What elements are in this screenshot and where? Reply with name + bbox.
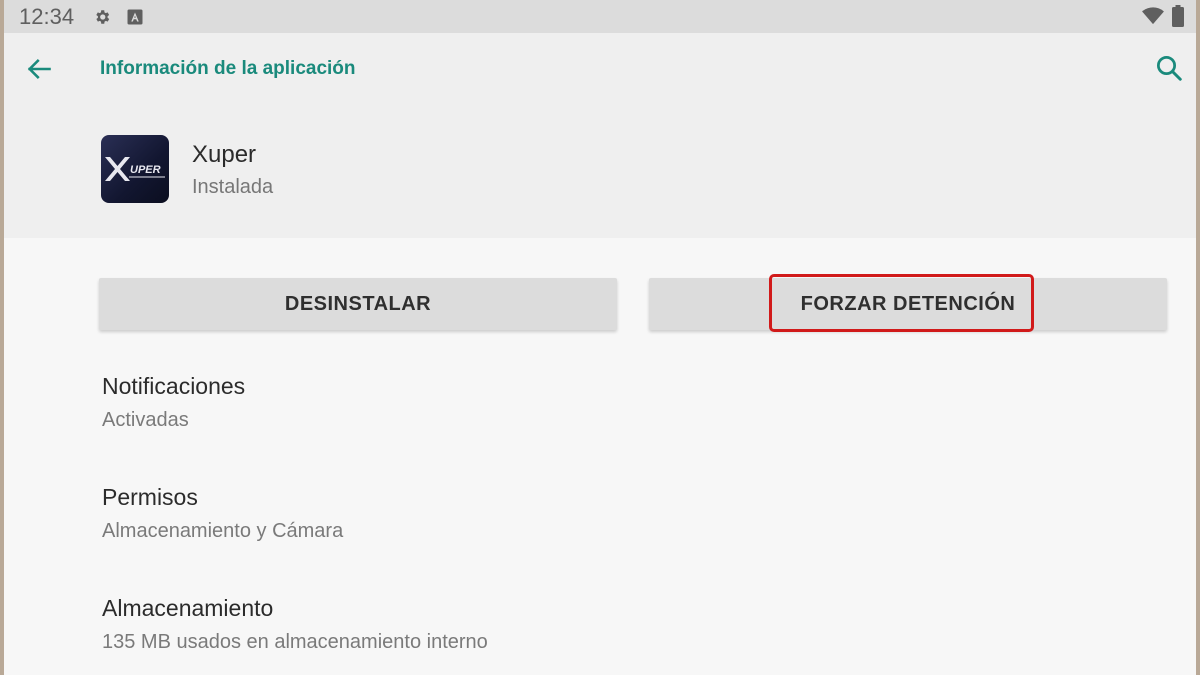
app-logo-text: UPER: [130, 164, 161, 176]
settings-item-subtitle: 135 MB usados en almacenamiento interno: [102, 631, 488, 653]
settings-item-title: Notificaciones: [102, 373, 246, 399]
settings-item-subtitle: Almacenamiento y Cámara: [102, 520, 344, 542]
search-icon[interactable]: [1154, 53, 1184, 83]
page-title: Información de la aplicación: [100, 58, 356, 79]
uninstall-button[interactable]: DESINSTALAR: [99, 278, 617, 330]
app-install-status: Instalada: [192, 176, 274, 198]
settings-item-notifications[interactable]: Notificaciones Activadas: [102, 373, 245, 432]
arrow-left-icon[interactable]: [24, 55, 54, 83]
app-info-screen: 12:34 Información de la aplicación UPER: [4, 0, 1196, 675]
battery-icon: [1172, 5, 1184, 32]
status-time: 12:34: [19, 4, 75, 29]
app-name: Xuper: [192, 141, 257, 168]
gear-icon: [93, 8, 111, 31]
app-header: Información de la aplicación UPER Xuper …: [4, 33, 1196, 238]
settings-item-title: Almacenamiento: [102, 595, 274, 621]
settings-item-storage[interactable]: Almacenamiento 135 MB usados en almacena…: [102, 595, 488, 654]
settings-item-title: Permisos: [102, 484, 198, 510]
wifi-icon: [1142, 6, 1164, 31]
app-logo-icon: UPER: [101, 135, 169, 203]
a-square-icon: [126, 8, 144, 31]
status-bar: 12:34: [4, 0, 1196, 33]
settings-item-subtitle: Activadas: [102, 409, 189, 431]
force-stop-button[interactable]: FORZAR DETENCIÓN: [649, 278, 1167, 330]
settings-item-permissions[interactable]: Permisos Almacenamiento y Cámara: [102, 484, 343, 543]
